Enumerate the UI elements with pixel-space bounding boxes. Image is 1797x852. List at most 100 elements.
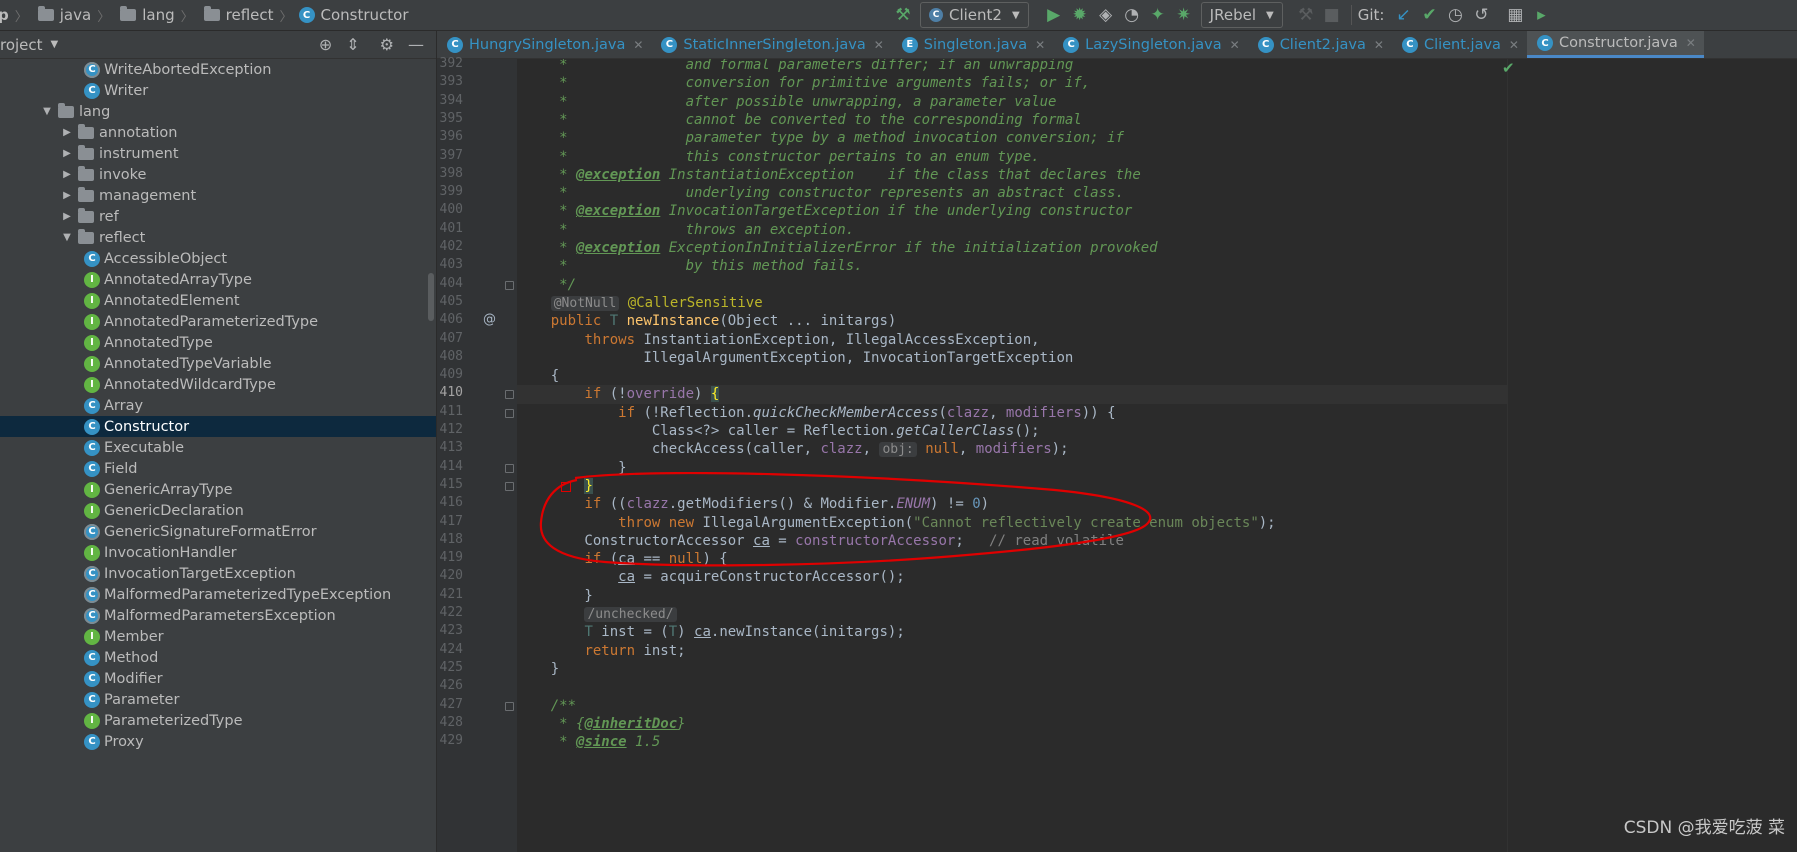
expand-arrow-icon[interactable]: ▼: [40, 106, 54, 117]
fold-marker-icon[interactable]: [505, 701, 514, 711]
build-hammer-icon[interactable]: ⚒: [890, 2, 916, 28]
run-icon[interactable]: ▶: [1041, 2, 1067, 28]
tree-class-item[interactable]: I AnnotatedElement: [0, 290, 436, 311]
expand-arrow-icon[interactable]: ▼: [60, 232, 74, 243]
code-line[interactable]: if (!Reflection.quickCheckMemberAccess(c…: [517, 404, 1115, 423]
code-line[interactable]: }: [517, 660, 559, 679]
close-icon[interactable]: ✕: [1686, 36, 1696, 50]
tree-package-item[interactable]: ▼ reflect: [0, 227, 436, 248]
tree-class-item[interactable]: I ParameterizedType: [0, 710, 436, 731]
code-line[interactable]: T inst = (T) ca.newInstance(initargs);: [517, 623, 904, 642]
breadcrumb-item[interactable]: reflect: [226, 6, 274, 24]
git-rollback-icon[interactable]: ↺: [1468, 2, 1494, 28]
code-line[interactable]: */: [517, 276, 576, 295]
close-icon[interactable]: ✕: [1509, 38, 1519, 52]
git-commit-icon[interactable]: ✔: [1416, 2, 1442, 28]
close-icon[interactable]: ✕: [874, 38, 884, 52]
tree-class-item[interactable]: C MalformedParameterizedTypeException: [0, 584, 436, 605]
fold-marker-icon[interactable]: [505, 390, 514, 400]
editor-tab[interactable]: C LazySingleton.java ✕: [1053, 31, 1248, 58]
code-line[interactable]: * throws an exception.: [517, 221, 854, 240]
tree-package-item[interactable]: ▶ management: [0, 185, 436, 206]
tree-class-item[interactable]: C GenericSignatureFormatError: [0, 521, 436, 542]
tree-class-item[interactable]: C Field: [0, 458, 436, 479]
tree-class-item[interactable]: I AnnotatedWildcardType: [0, 374, 436, 395]
code-minimap[interactable]: ✔: [1502, 59, 1797, 852]
code-line[interactable]: * @exception InvocationTargetException i…: [517, 202, 1132, 221]
code-line[interactable]: @NotNull @CallerSensitive: [517, 294, 763, 313]
git-update-icon[interactable]: ↙: [1390, 2, 1416, 28]
jrebel-select[interactable]: JRebel ▼: [1200, 2, 1283, 28]
code-line[interactable]: * this constructor pertains to an enum t…: [517, 148, 1039, 167]
tree-class-item[interactable]: C Array: [0, 395, 436, 416]
code-line[interactable]: }: [517, 587, 592, 606]
code-editor[interactable]: * and formal parameters differ; if an un…: [517, 59, 1507, 852]
collapse-arrow-icon[interactable]: ▶: [60, 211, 74, 222]
tree-package-item[interactable]: ▶ instrument: [0, 143, 436, 164]
tree-package-item[interactable]: ▼ lang: [0, 101, 436, 122]
code-line[interactable]: * {@inheritDoc}: [517, 715, 685, 734]
tree-class-item[interactable]: C WriteAbortedException: [0, 59, 436, 80]
tree-class-item[interactable]: C Constructor: [0, 416, 436, 437]
code-line[interactable]: * parameter type by a method invocation …: [517, 129, 1124, 148]
collapse-arrow-icon[interactable]: ▶: [60, 190, 74, 201]
editor-tab[interactable]: C Constructor.java ✕: [1526, 31, 1704, 58]
code-line[interactable]: * underlying constructor represents an a…: [517, 184, 1124, 203]
gear-icon[interactable]: ⚙: [380, 35, 394, 54]
code-line[interactable]: if (!override) {: [517, 385, 720, 404]
editor-tab[interactable]: C StaticInnerSingleton.java ✕: [651, 31, 891, 58]
collapse-arrow-icon[interactable]: ▶: [60, 169, 74, 180]
code-line[interactable]: checkAccess(caller, clazz, obj: null, mo…: [517, 440, 1069, 459]
code-line[interactable]: /unchecked/: [517, 605, 677, 624]
editor-tab[interactable]: C Client.java ✕: [1392, 31, 1527, 58]
git-history-icon[interactable]: ◷: [1442, 2, 1468, 28]
code-line[interactable]: * by this method fails.: [517, 257, 862, 276]
fold-marker-icon[interactable]: [505, 280, 514, 290]
project-structure-icon[interactable]: ▦: [1502, 2, 1528, 28]
code-line[interactable]: * and formal parameters differ; if an un…: [517, 59, 1073, 75]
code-line[interactable]: return inst;: [517, 642, 685, 661]
tree-class-item[interactable]: I AnnotatedArrayType: [0, 269, 436, 290]
code-line[interactable]: * after possible unwrapping, a parameter…: [517, 93, 1056, 112]
tree-class-item[interactable]: C Parameter: [0, 689, 436, 710]
breadcrumb-item[interactable]: lang: [142, 6, 174, 24]
collapse-arrow-icon[interactable]: ▶: [60, 127, 74, 138]
tree-class-item[interactable]: C AccessibleObject: [0, 248, 436, 269]
jrebel-run-icon[interactable]: ✦: [1145, 2, 1171, 28]
tree-class-item[interactable]: I InvocationHandler: [0, 542, 436, 563]
run-side-icon[interactable]: ▸: [1528, 2, 1554, 28]
jrebel-debug-icon[interactable]: ✷: [1171, 2, 1197, 28]
tree-class-item[interactable]: C Writer: [0, 80, 436, 101]
tree-class-item[interactable]: C Modifier: [0, 668, 436, 689]
code-line[interactable]: * @exception ExceptionInInitializerError…: [517, 239, 1157, 258]
tree-scrollbar[interactable]: [428, 273, 434, 321]
tree-class-item[interactable]: I GenericArrayType: [0, 479, 436, 500]
editor-tab[interactable]: C Client2.java ✕: [1248, 31, 1392, 58]
tree-package-item[interactable]: ▶ annotation: [0, 122, 436, 143]
tree-class-item[interactable]: C InvocationTargetException: [0, 563, 436, 584]
code-line[interactable]: * cannot be converted to the correspondi…: [517, 111, 1082, 130]
breadcrumb-item[interactable]: java: [60, 6, 91, 24]
coverage-icon[interactable]: ◈: [1093, 2, 1119, 28]
locate-icon[interactable]: ⊕: [319, 35, 332, 54]
tree-class-item[interactable]: C MalformedParametersException: [0, 605, 436, 626]
close-icon[interactable]: ✕: [1374, 38, 1384, 52]
close-icon[interactable]: ✕: [633, 38, 643, 52]
tree-class-item[interactable]: I AnnotatedParameterizedType: [0, 311, 436, 332]
tree-class-item[interactable]: I Member: [0, 626, 436, 647]
code-line[interactable]: IllegalArgumentException, InvocationTarg…: [517, 349, 1073, 368]
fold-marker-icon[interactable]: [505, 481, 514, 491]
tree-package-item[interactable]: ▶ ref: [0, 206, 436, 227]
tree-class-item[interactable]: I AnnotatedTypeVariable: [0, 353, 436, 374]
code-line[interactable]: * conversion for primitive arguments fai…: [517, 74, 1090, 93]
collapse-arrow-icon[interactable]: ▶: [60, 148, 74, 159]
profile-icon[interactable]: ◔: [1119, 2, 1145, 28]
tree-class-item[interactable]: C Executable: [0, 437, 436, 458]
code-line[interactable]: * @exception InstantiationException if t…: [517, 166, 1141, 185]
tree-package-item[interactable]: ▶ invoke: [0, 164, 436, 185]
close-icon[interactable]: ✕: [1035, 38, 1045, 52]
override-marker-icon[interactable]: @: [483, 312, 496, 327]
close-icon[interactable]: ✕: [1230, 38, 1240, 52]
chevron-down-icon[interactable]: ▼: [51, 39, 59, 50]
code-line[interactable]: {: [517, 367, 559, 386]
